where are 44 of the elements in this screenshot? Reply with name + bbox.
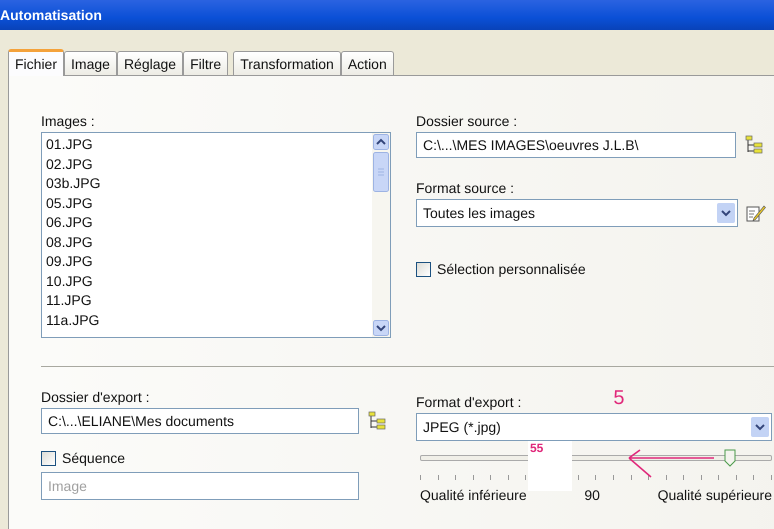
- slider-min-label: Qualité inférieure: [420, 487, 527, 503]
- tab[interactable]: Fichier: [8, 49, 64, 76]
- list-item[interactable]: 05.JPG: [46, 194, 372, 213]
- scroll-thumb[interactable]: [373, 152, 389, 192]
- tab[interactable]: Image: [64, 51, 117, 75]
- path-field[interactable]: C:\...\MES IMAGES\oeuvres J.L.B\: [416, 132, 736, 158]
- edit-icon[interactable]: [746, 203, 766, 223]
- tab[interactable]: Réglage: [116, 51, 184, 75]
- window-title: Automatisation: [0, 7, 102, 23]
- scrollbar[interactable]: [372, 133, 390, 337]
- list-item[interactable]: 11.JPG: [46, 291, 372, 310]
- folder-tree-icon[interactable]: [744, 135, 764, 155]
- slider-thumb[interactable]: [724, 449, 736, 467]
- path-field[interactable]: C:\...\ELIANE\Mes documents: [41, 408, 359, 434]
- tab[interactable]: Filtre: [183, 51, 228, 75]
- format-dropdown[interactable]: Toutes les images: [416, 199, 738, 227]
- field-label: Dossier d'export :: [41, 389, 150, 405]
- slider-max-label: Qualité supérieure: [658, 487, 772, 503]
- field-label: Format d'export :: [416, 394, 522, 410]
- folder-tree-icon[interactable]: [367, 411, 387, 431]
- list-item[interactable]: 10.JPG: [46, 272, 372, 291]
- image-list[interactable]: 01.JPG 02.JPG 03b.JPG 05.JPG 06.JPG 08.JPG 09.JPG 10.JPG 11.JPG 11a.JPG: [41, 132, 391, 338]
- checkbox[interactable]: [41, 450, 56, 466]
- list-item[interactable]: 11a.JPG: [46, 310, 372, 330]
- checkbox[interactable]: [416, 262, 431, 276]
- field-label: Dossier source :: [416, 113, 518, 129]
- list-item[interactable]: 06.JPG: [46, 213, 372, 232]
- field-label: Format source :: [416, 180, 516, 196]
- handwritten-note: 55: [528, 441, 572, 491]
- list-item[interactable]: 02.JPG: [46, 154, 372, 174]
- tab[interactable]: Action: [340, 51, 394, 75]
- list-item[interactable]: 08.JPG: [46, 232, 372, 252]
- list-item[interactable]: 09.JPG: [46, 252, 372, 272]
- checkbox-label: Sélection personnalisée: [437, 261, 586, 277]
- scroll-down-icon[interactable]: [373, 320, 389, 336]
- checkbox-label: Séquence: [62, 450, 126, 466]
- handwritten-number: 5: [613, 389, 625, 407]
- tab[interactable]: Transformation: [233, 51, 341, 75]
- list-item[interactable]: 01.JPG: [46, 135, 372, 154]
- scroll-up-icon[interactable]: [373, 134, 389, 150]
- format-dropdown[interactable]: JPEG (*.jpg): [416, 413, 772, 441]
- list-item[interactable]: 03b.JPG: [46, 174, 372, 194]
- field-label: Images :: [41, 113, 96, 129]
- slider-value: 90: [584, 487, 600, 503]
